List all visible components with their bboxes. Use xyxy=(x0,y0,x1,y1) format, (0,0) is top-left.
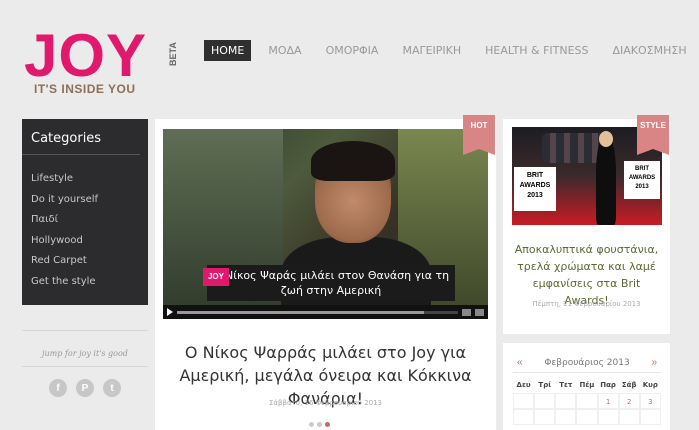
video-subtitle: Ο Νίκος Ψαράς μιλάει στον Θανάση για τη … xyxy=(207,265,455,301)
calendar-day xyxy=(576,393,598,409)
nav-item-health-fitness[interactable]: HEALTH & FITNESS xyxy=(478,40,595,61)
video-controls xyxy=(163,305,488,319)
twitter-icon[interactable]: t xyxy=(103,379,121,397)
category-child[interactable]: Παιδί xyxy=(31,210,139,231)
calendar-day xyxy=(555,409,577,425)
calendar-weekday: Σάβ xyxy=(621,381,637,389)
calendar-weekday: Κυρ xyxy=(642,381,658,389)
video-person-hair xyxy=(311,141,395,181)
categories-title: Categories xyxy=(22,119,140,155)
category-hollywood[interactable]: Hollywood xyxy=(31,231,139,252)
side-story-date: Πέμπτη, 21 Φεβρουαρίου 2013 xyxy=(532,300,641,308)
volume-icon[interactable] xyxy=(462,308,471,316)
calendar-day xyxy=(513,393,535,409)
facebook-icon[interactable]: f xyxy=(49,379,67,397)
category-do-it-yourself[interactable]: Do it yourself xyxy=(31,190,139,211)
fullscreen-icon[interactable] xyxy=(475,308,484,316)
calendar-day xyxy=(534,393,556,409)
video-progress-bar[interactable] xyxy=(177,310,458,314)
calendar-weekday: Παρ xyxy=(600,381,616,389)
hot-ribbon: HOT xyxy=(463,115,495,155)
video-player[interactable]: Ο Νίκος Ψαράς μιλάει στον Θανάση για τη … xyxy=(163,129,488,319)
style-ribbon: STYLE xyxy=(637,115,669,155)
featured-article-card: Ο Νίκος Ψαράς μιλάει στον Θανάση για τη … xyxy=(155,119,496,430)
slider-dots xyxy=(309,422,330,427)
calendar-day[interactable]: 1 xyxy=(597,393,619,409)
image-woman-head xyxy=(599,131,613,147)
calendar-prev-button[interactable]: « xyxy=(517,357,523,368)
calendar-weekday: Τρί xyxy=(538,381,551,389)
calendar-day xyxy=(555,393,577,409)
calendar-day xyxy=(618,409,640,425)
nav-item-beauty[interactable]: ΟΜΟΡΦΙΑ xyxy=(319,40,386,61)
calendar-weekdays: Δευ Τρί Τετ Πέμ Παρ Σάβ Κυρ xyxy=(513,377,661,393)
nav-item-decoration[interactable]: ΔΙΑΚΟΣΜΗΣΗ xyxy=(606,40,694,61)
logo-tagline: IT'S INSIDE YOU xyxy=(34,82,136,96)
calendar-day xyxy=(639,409,661,425)
calendar-weekday: Πέμ xyxy=(579,381,595,389)
logo-beta: BETA xyxy=(168,42,178,66)
calendar-week-row xyxy=(513,409,661,425)
sidebar-extra: jump for joy it's good f P t xyxy=(22,330,148,397)
category-red-carpet[interactable]: Red Carpet xyxy=(31,251,139,272)
calendar-day xyxy=(576,409,598,425)
calendar-month: Φεβρουάριος 2013 xyxy=(544,357,630,368)
calendar-weekday: Δευ xyxy=(516,381,531,389)
brit-awards-board-left: BRIT AWARDS 2013 xyxy=(514,167,556,211)
image-woman-dress xyxy=(596,137,616,225)
calendar-day xyxy=(534,409,556,425)
handwriting-slogan: jump for joy it's good xyxy=(22,330,148,367)
category-get-the-style[interactable]: Get the style xyxy=(31,272,139,293)
slider-dot[interactable] xyxy=(317,422,322,427)
logo-word: JOY xyxy=(24,22,148,89)
brit-awards-board-right: BRIT AWARDS 2013 xyxy=(624,161,660,199)
calendar-day[interactable]: 2 xyxy=(618,393,640,409)
nav-item-home[interactable]: HOME xyxy=(204,40,252,61)
video-progress-fill xyxy=(177,310,425,314)
calendar-weekday: Τετ xyxy=(559,381,573,389)
nav-item-fashion[interactable]: ΜΟΔΑ xyxy=(261,40,308,61)
pinterest-icon[interactable]: P xyxy=(76,379,94,397)
calendar-day xyxy=(513,409,535,425)
calendar-widget: « Φεβρουάριος 2013 » Δευ Τρί Τετ Πέμ Παρ Σάβ Κ… xyxy=(503,343,670,430)
slider-dot[interactable] xyxy=(309,422,314,427)
social-links: f P t xyxy=(22,367,148,397)
category-lifestyle[interactable]: Lifestyle xyxy=(31,169,139,190)
calendar-week-row: 123 xyxy=(513,393,661,409)
slider-dot[interactable] xyxy=(325,422,330,427)
main-nav: HOME ΜΟΔΑ ΟΜΟΡΦΙΑ ΜΑΓΕΙΡΙΚΗ HEALTH & FIT… xyxy=(204,40,699,61)
categories-list: Lifestyle Do it yourself Παιδί Hollywood… xyxy=(22,155,148,293)
video-subtitle-logo: JOY xyxy=(203,268,229,286)
featured-article-date: Σάββατο, 16 Φεβρουαρίου 2013 xyxy=(268,399,382,407)
site-logo[interactable]: JOY BETA IT'S INSIDE YOU xyxy=(24,22,178,102)
nav-item-cooking[interactable]: ΜΑΓΕΙΡΙΚΗ xyxy=(395,40,468,61)
calendar-header: « Φεβρουάριος 2013 » xyxy=(513,353,661,373)
calendar-day[interactable]: 3 xyxy=(639,393,661,409)
calendar-next-button[interactable]: » xyxy=(651,357,657,368)
calendar-grid: Δευ Τρί Τετ Πέμ Παρ Σάβ Κυρ 1 2 3 xyxy=(513,377,661,425)
calendar-day xyxy=(597,409,619,425)
side-story-title[interactable]: Αποκαλυπτικά φουστάνια, τρελά χρώματα κα… xyxy=(511,241,662,309)
categories-sidebar: Categories Lifestyle Do it yourself Παιδ… xyxy=(22,119,148,305)
play-icon[interactable] xyxy=(167,308,173,316)
